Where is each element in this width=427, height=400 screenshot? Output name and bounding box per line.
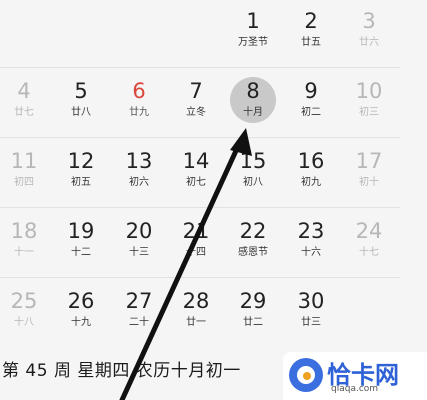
annotation-arrow xyxy=(119,128,252,400)
arrow-shaft xyxy=(119,139,243,400)
